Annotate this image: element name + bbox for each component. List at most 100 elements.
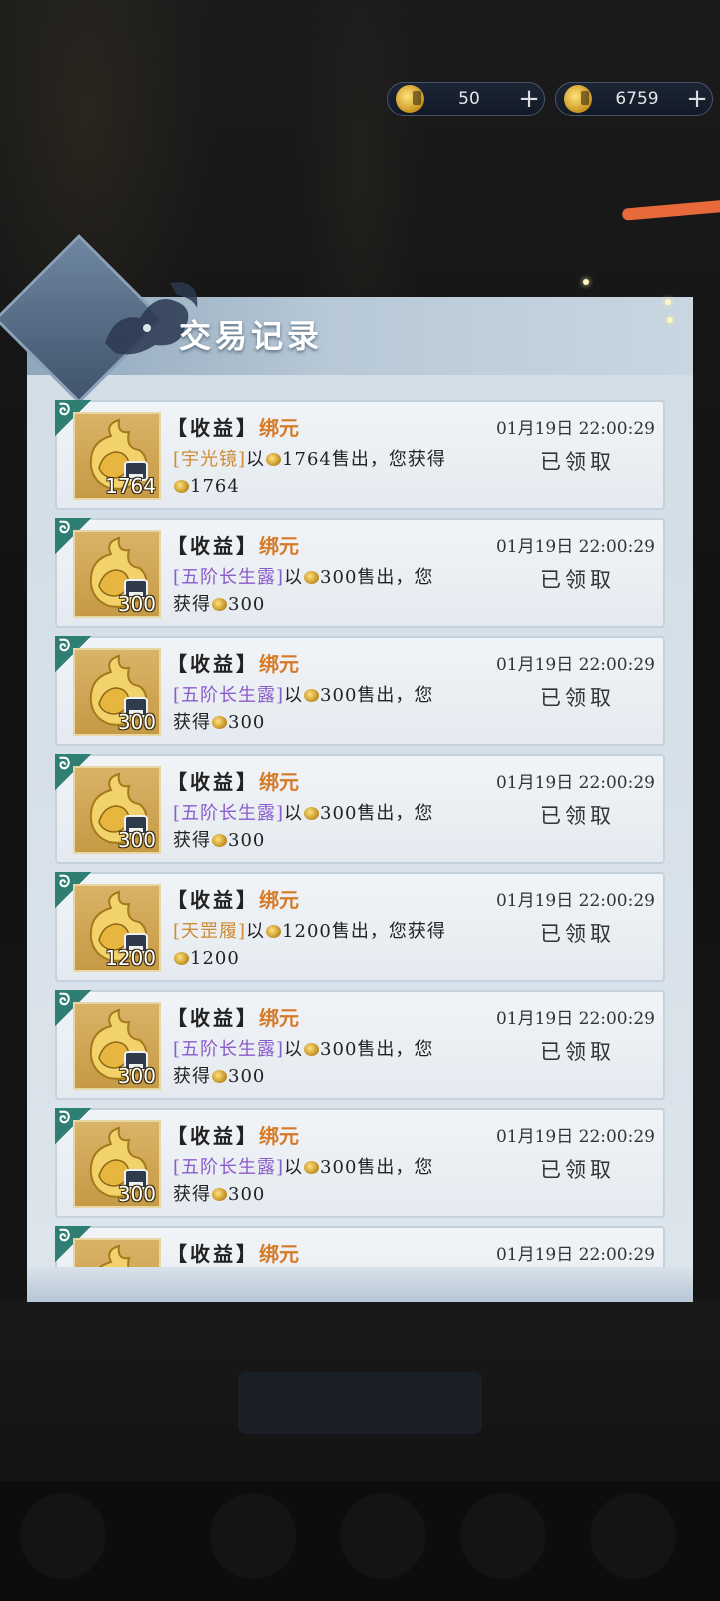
bound-gold-icon: [212, 1188, 227, 1201]
record-list[interactable]: ᘐ 1764 【收益】绑元 01月19日 22:00:29 [宇光镜]以 1764…: [55, 400, 665, 1267]
gained-amount: 300: [228, 712, 266, 733]
record-row: ᘐ 300 【收益】绑元 01月19日 22:00:29 [五阶长生露]以 300…: [55, 636, 665, 746]
item-slot[interactable]: 300: [73, 530, 161, 618]
panel-bottom-edge: [27, 1267, 693, 1302]
record-timestamp: 01月19日 22:00:29: [495, 1009, 655, 1029]
record-row: ᘐ 300 【收益】绑元 01月19日 22:00:29 [五阶长生露]以 300…: [55, 754, 665, 864]
record-heading: 【收益】绑元: [167, 648, 299, 677]
desc-text: 以: [246, 921, 266, 942]
record-timestamp: 01月19日 22:00:29: [495, 1245, 655, 1265]
record-description: [五阶长生露]以 300售出，您获得 300: [173, 1154, 451, 1208]
currency-pill-gold: 50 +: [387, 82, 545, 116]
item-quantity: 300: [117, 1182, 156, 1206]
desc-text: 以: [246, 449, 266, 470]
item-slot[interactable]: 300: [73, 766, 161, 854]
item-name-link[interactable]: [五阶长生露]: [173, 685, 284, 706]
claim-status: 已领取: [540, 922, 615, 946]
desc-text: 以: [284, 803, 304, 824]
item-quantity: 300: [117, 592, 156, 616]
bound-gold-icon: [212, 716, 227, 729]
record-timestamp: 01月19日 22:00:29: [495, 655, 655, 675]
gained-amount: 300: [228, 830, 266, 851]
claim-status: 已领取: [540, 1158, 615, 1182]
currency-amount: 6759: [615, 89, 659, 109]
sale-price: 1764: [282, 449, 332, 470]
currency-type-label: 绑元: [259, 416, 299, 440]
bound-gold-icon: [564, 85, 592, 113]
bound-gold-ingot-icon: [98, 1244, 131, 1267]
record-description: [五阶长生露]以 300售出，您获得 300: [173, 800, 451, 854]
record-type-label: 【收益】: [167, 1006, 259, 1030]
record-heading: 【收益】绑元: [167, 530, 299, 559]
currency-amount: 50: [458, 89, 480, 109]
item-slot[interactable]: 300: [73, 648, 161, 736]
bound-gold-icon: [174, 480, 189, 493]
claim-status: 已领取: [540, 804, 615, 828]
record-heading: 【收益】绑元: [167, 1120, 299, 1149]
item-name-link[interactable]: [天罡履]: [173, 921, 246, 942]
item-slot[interactable]: 300: [73, 1002, 161, 1090]
gained-amount: 300: [228, 1184, 266, 1205]
record-timestamp: 01月19日 22:00:29: [495, 891, 655, 911]
currency-type-label: 绑元: [259, 1124, 299, 1148]
item-slot[interactable]: 300: [73, 1120, 161, 1208]
nav-slot: [20, 1493, 106, 1579]
sale-price: 300: [320, 685, 358, 706]
currency-type-label: 绑元: [259, 534, 299, 558]
sale-price: 300: [320, 1157, 358, 1178]
record-row: ᘐ 300 【收益】绑元 01月19日 22:00:29 [五阶长生露]以 300…: [55, 1108, 665, 1218]
record-type-label: 【收益】: [167, 534, 259, 558]
desc-text: 以: [284, 1039, 304, 1060]
bottom-nav-bar: [0, 1481, 720, 1601]
record-heading: 【收益】绑元: [167, 1238, 299, 1267]
desc-text: 售出，您获得: [331, 921, 446, 942]
record-type-label: 【收益】: [167, 1242, 259, 1266]
record-type-label: 【收益】: [167, 888, 259, 912]
nav-slot: [590, 1493, 676, 1579]
item-slot[interactable]: 1764: [73, 412, 161, 500]
record-heading: 【收益】绑元: [167, 412, 299, 441]
record-row: ᘐ 1764 【收益】绑元 01月19日 22:00:29 [宇光镜]以 1764…: [55, 400, 665, 510]
bound-gold-icon: [266, 453, 282, 466]
item-name-link[interactable]: [五阶长生露]: [173, 1039, 284, 1060]
currency-type-label: 绑元: [259, 1006, 299, 1030]
bound-gold-icon: [304, 689, 320, 702]
bound-gold-icon: [266, 925, 282, 938]
nav-slot: [340, 1493, 426, 1579]
claim-status: 已领取: [540, 450, 615, 474]
record-type-label: 【收益】: [167, 770, 259, 794]
record-timestamp: 01月19日 22:00:29: [495, 537, 655, 557]
currency-type-label: 绑元: [259, 1242, 299, 1266]
bound-gold-icon: [304, 1043, 320, 1056]
record-timestamp: 01月19日 22:00:29: [495, 419, 655, 439]
item-slot[interactable]: [73, 1238, 161, 1267]
claim-status: 已领取: [540, 686, 615, 710]
record-type-label: 【收益】: [167, 416, 259, 440]
item-quantity: 1200: [105, 946, 156, 970]
bound-gold-icon: [304, 1161, 320, 1174]
add-currency-button[interactable]: +: [682, 84, 712, 114]
record-row: ᘐ 1200 【收益】绑元 01月19日 22:00:29 [天罡履]以 1200…: [55, 872, 665, 982]
item-quantity: 1764: [105, 474, 156, 498]
star-sparkle: [583, 279, 589, 285]
sale-price: 300: [320, 803, 358, 824]
item-name-link[interactable]: [宇光镜]: [173, 449, 246, 470]
desc-text: 售出，您获得: [331, 449, 446, 470]
bound-gold-icon: [174, 952, 189, 965]
add-currency-button[interactable]: +: [514, 84, 544, 114]
bound-gold-icon: [212, 598, 227, 611]
item-quantity: 300: [117, 1064, 156, 1088]
star-sparkle: [665, 299, 671, 305]
bound-gold-icon: [212, 834, 227, 847]
background-button: [238, 1372, 482, 1434]
item-name-link[interactable]: [五阶长生露]: [173, 1157, 284, 1178]
desc-text: 以: [284, 567, 304, 588]
currency-type-label: 绑元: [259, 888, 299, 912]
item-name-link[interactable]: [五阶长生露]: [173, 803, 284, 824]
item-name-link[interactable]: [五阶长生露]: [173, 567, 284, 588]
gained-amount: 300: [228, 1066, 266, 1087]
currency-pill-bound-gold: 6759 +: [555, 82, 713, 116]
record-heading: 【收益】绑元: [167, 884, 299, 913]
gained-amount: 1764: [190, 476, 240, 497]
item-slot[interactable]: 1200: [73, 884, 161, 972]
